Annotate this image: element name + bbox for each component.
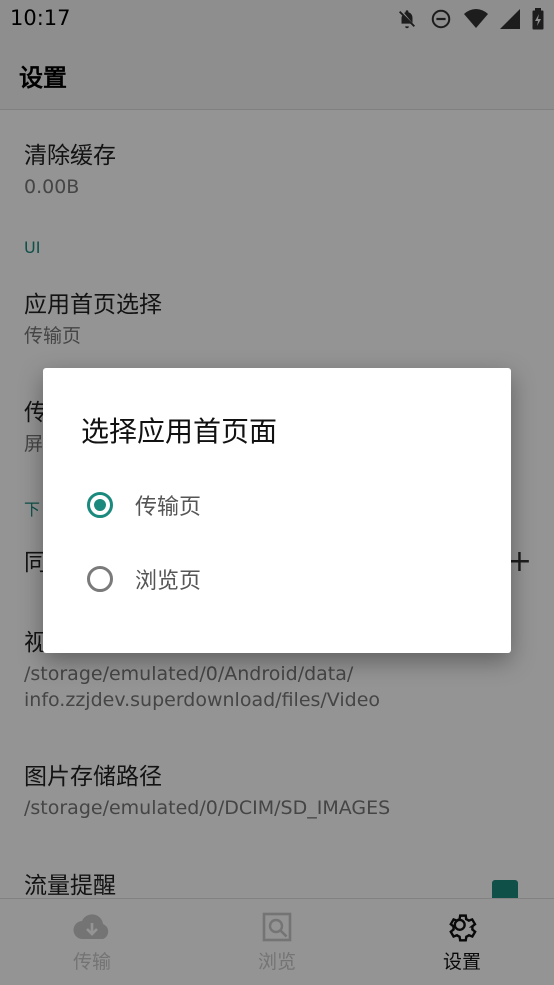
option-label: 浏览页 (135, 569, 202, 594)
option-label: 传输页 (135, 495, 202, 520)
option-browse-page[interactable]: 浏览页 (87, 559, 201, 599)
dialog-title: 选择应用首页面 (81, 415, 278, 448)
option-transfer-page[interactable]: 传输页 (87, 485, 201, 525)
radio-unchecked-icon[interactable] (87, 566, 113, 592)
home-page-dialog: 选择应用首页面 传输页 浏览页 (43, 368, 511, 653)
radio-checked-icon[interactable] (87, 492, 113, 518)
